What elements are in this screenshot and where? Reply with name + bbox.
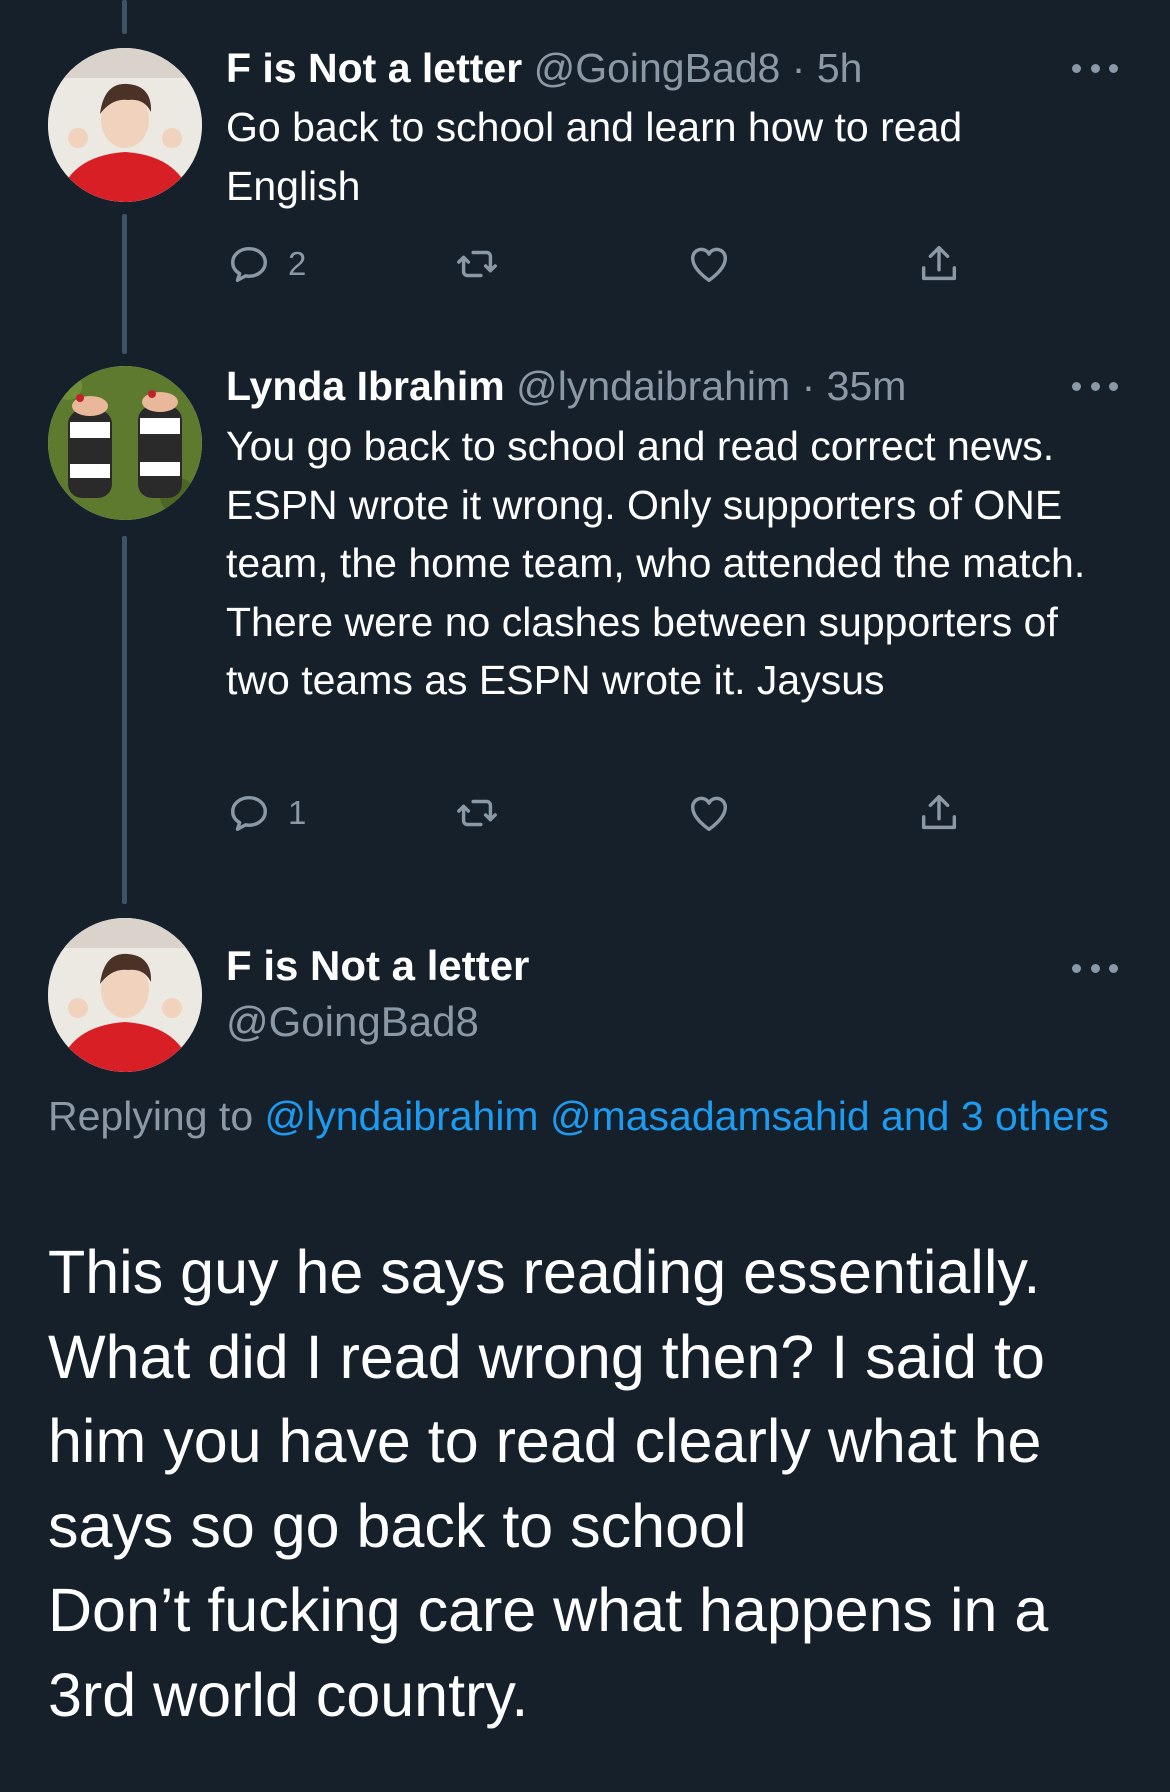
replying-prefix: Replying to [48, 1093, 265, 1139]
separator-dot: · [801, 363, 816, 409]
tweet-actions: 1 [226, 786, 986, 840]
more-icon[interactable] [1072, 376, 1118, 396]
reply-mentions-link[interactable]: @lyndaibrahim @masadamsahid and 3 others [265, 1093, 1109, 1139]
avatar[interactable] [48, 366, 202, 520]
retweet-icon [457, 799, 497, 827]
avatar-person-red-shirt [48, 48, 202, 202]
thread-line-top [122, 0, 127, 34]
retweet-button[interactable] [454, 237, 500, 291]
reply-button[interactable]: 1 [226, 786, 306, 840]
more-icon[interactable] [1072, 958, 1118, 978]
main-tweet-text: This guy he says reading essentially. Wh… [48, 1238, 1049, 1729]
tweet-text: You go back to school and read correct n… [226, 423, 1086, 703]
reply-count: 2 [288, 245, 307, 282]
user-handle[interactable]: @GoingBad8 [534, 45, 781, 91]
tweet-header: F is Not a letter @GoingBad8 · 5h [226, 40, 862, 96]
tweet-header: Lynda Ibrahim @lyndaibrahim · 35m [226, 358, 906, 414]
like-icon [690, 247, 728, 283]
thread-line-2 [122, 536, 127, 904]
avatar[interactable] [48, 918, 202, 1072]
avatar-sandals-on-grass [48, 366, 202, 520]
user-handle[interactable]: @lyndaibrahim [516, 363, 790, 409]
reply-icon [230, 795, 268, 832]
timestamp[interactable]: 5h [817, 45, 863, 91]
timestamp[interactable]: 35m [827, 363, 907, 409]
tweet-actions: 2 [226, 237, 986, 291]
share-button[interactable] [916, 237, 962, 291]
display-name[interactable]: F is Not a letter [226, 45, 522, 91]
thread-line-1 [122, 214, 127, 354]
retweet-button[interactable] [454, 786, 500, 840]
replying-to: Replying to @lyndaibrahim @masadamsahid … [48, 1085, 1128, 1147]
like-icon [690, 796, 728, 832]
reply-button[interactable]: 2 [226, 237, 306, 291]
avatar-person-red-shirt [48, 918, 202, 1072]
like-button[interactable] [686, 786, 732, 840]
display-name[interactable]: Lynda Ibrahim [226, 363, 505, 409]
more-icon[interactable] [1072, 58, 1118, 78]
share-icon [921, 245, 957, 281]
reply-count: 1 [288, 794, 307, 831]
tweet-text: Go back to school and learn how to read … [226, 104, 963, 209]
share-icon [921, 794, 957, 830]
share-button[interactable] [916, 786, 962, 840]
reply-icon [230, 246, 268, 283]
separator-dot: · [791, 45, 806, 91]
avatar[interactable] [48, 48, 202, 202]
display-name[interactable]: F is Not a letter [226, 938, 529, 994]
user-handle[interactable]: @GoingBad8 [226, 994, 479, 1050]
retweet-icon [457, 250, 497, 278]
like-button[interactable] [686, 237, 732, 291]
